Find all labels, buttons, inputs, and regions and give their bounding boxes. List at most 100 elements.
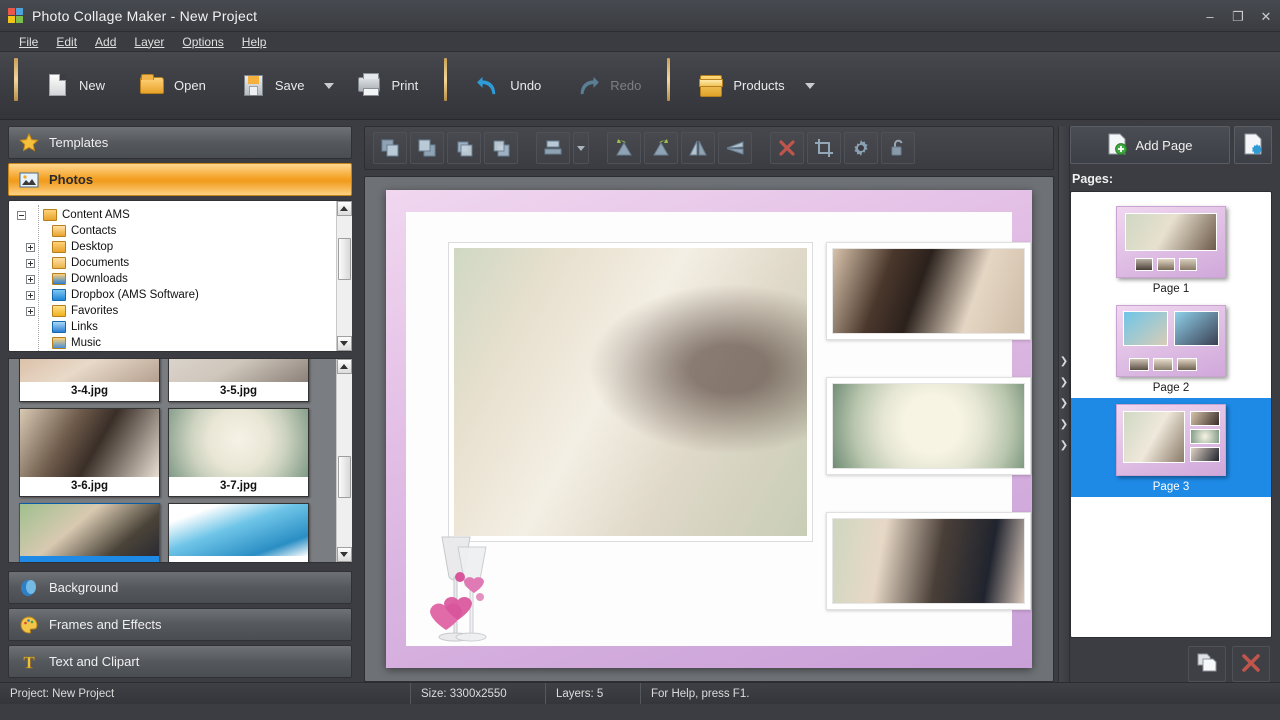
tree-expander-plus-icon[interactable] <box>26 242 35 252</box>
list-item[interactable]: 3-4.jpg <box>19 359 160 402</box>
menu-edit[interactable]: Edit <box>47 33 86 51</box>
menu-file[interactable]: File <box>10 33 47 51</box>
redo-button[interactable]: Redo <box>557 52 657 119</box>
menu-help[interactable]: Help <box>233 33 276 51</box>
undo-button[interactable]: Undo <box>457 52 557 119</box>
canvas-photo-side-2[interactable] <box>826 377 1031 475</box>
canvas-photo-main[interactable] <box>448 242 813 542</box>
list-item[interactable]: Page 2 <box>1071 299 1271 398</box>
products-button-label: Products <box>733 78 785 93</box>
bring-forward-button[interactable] <box>447 132 481 164</box>
sidebar-item-photos[interactable]: Photos <box>8 163 352 196</box>
list-item[interactable]: 3-6.jpg <box>19 408 160 497</box>
crop-button[interactable] <box>807 132 841 164</box>
scroll-down-arrow-icon[interactable] <box>336 547 352 562</box>
scrollbar-thumb[interactable] <box>337 238 351 280</box>
thumbnail-scrollbar[interactable] <box>336 359 352 562</box>
collage-page-canvas[interactable] <box>386 190 1032 668</box>
tree-label: Dropbox (AMS Software) <box>71 289 199 301</box>
tree-item-content-ams[interactable]: Content AMS <box>9 207 336 223</box>
flip-vertical-button[interactable] <box>718 132 752 164</box>
minimize-button[interactable]: – <box>1196 0 1224 32</box>
send-to-back-button[interactable] <box>410 132 444 164</box>
align-dropdown-button[interactable] <box>573 132 589 164</box>
properties-button[interactable] <box>844 132 878 164</box>
scroll-down-arrow-icon[interactable] <box>336 336 352 351</box>
sidebar-photos-label: Photos <box>49 172 94 187</box>
duplicate-page-button[interactable] <box>1188 646 1226 682</box>
sidebar-background-label: Background <box>49 580 119 595</box>
folder-tree[interactable]: Content AMS Contacts Desktop Documents D… <box>8 200 352 352</box>
align-button[interactable] <box>536 132 570 164</box>
close-button[interactable]: ✕ <box>1252 0 1280 32</box>
panel-collapse-handle[interactable]: ❯ ❯ ❯ ❯ ❯ <box>1058 126 1070 682</box>
sidebar-item-background[interactable]: Background <box>8 571 352 604</box>
window-controls: – ❐ ✕ <box>1196 0 1280 31</box>
list-item[interactable]: Page 3 <box>1071 398 1271 497</box>
status-size: Size: 3300x2550 <box>410 683 545 704</box>
rotate-left-button[interactable] <box>607 132 641 164</box>
list-item[interactable] <box>19 503 160 562</box>
scrollbar-track[interactable] <box>336 216 352 336</box>
folder-tree-scrollbar[interactable] <box>336 201 352 351</box>
products-dropdown-button[interactable] <box>801 52 819 119</box>
tree-item-desktop[interactable]: Desktop <box>9 239 336 255</box>
menu-help-label: Help <box>241 34 267 49</box>
champagne-glasses-clipart[interactable] <box>408 525 518 660</box>
canvas-photo-side-1[interactable] <box>826 242 1031 340</box>
scroll-up-arrow-icon[interactable] <box>336 359 352 374</box>
scroll-up-arrow-icon[interactable] <box>336 201 352 216</box>
thumbnail-image <box>20 409 159 477</box>
new-button[interactable]: New <box>26 52 121 119</box>
save-button[interactable]: Save <box>222 52 321 119</box>
canvas-photo-side-3[interactable] <box>826 512 1031 610</box>
menu-layer[interactable]: Layer <box>125 33 173 51</box>
tree-expander-plus-icon[interactable] <box>26 306 35 316</box>
maximize-button[interactable]: ❐ <box>1224 0 1252 32</box>
sidebar-item-frames-and-effects[interactable]: Frames and Effects <box>8 608 352 641</box>
tree-label: Desktop <box>71 241 114 253</box>
tree-item-documents[interactable]: Documents <box>9 255 336 271</box>
list-item[interactable]: Page 1 <box>1071 200 1271 299</box>
pages-label: Pages: <box>1072 172 1113 186</box>
flip-horizontal-button[interactable] <box>681 132 715 164</box>
add-page-button[interactable]: Add Page <box>1070 126 1230 164</box>
tree-item-links[interactable]: Links <box>9 319 336 335</box>
tree-guide-line <box>38 205 39 351</box>
delete-object-button[interactable] <box>770 132 804 164</box>
tree-expander-plus-icon[interactable] <box>26 258 35 268</box>
menu-add[interactable]: Add <box>86 33 125 51</box>
menu-options[interactable]: Options <box>173 33 232 51</box>
photo-thumbnail-grid[interactable]: 3-4.jpg 3-5.jpg 3-6.jpg 3-7.jpg <box>8 358 352 563</box>
list-item[interactable]: 3-7.jpg <box>168 408 309 497</box>
tree-item-downloads[interactable]: Downloads <box>9 271 336 287</box>
products-button[interactable]: Products <box>680 52 800 119</box>
send-backward-button[interactable] <box>484 132 518 164</box>
list-item[interactable] <box>168 503 309 562</box>
tree-item-music[interactable]: Music <box>9 335 336 351</box>
background-icon <box>19 578 39 598</box>
tree-label: Favorites <box>71 305 119 317</box>
lock-button[interactable] <box>881 132 915 164</box>
print-button[interactable]: Print <box>338 52 434 119</box>
tree-expander-minus-icon[interactable] <box>17 210 26 220</box>
tree-item-favorites[interactable]: Favorites <box>9 303 336 319</box>
bring-to-front-button[interactable] <box>373 132 407 164</box>
tree-expander-plus-icon[interactable] <box>26 274 35 284</box>
canvas-viewport[interactable] <box>364 176 1054 682</box>
delete-page-button[interactable] <box>1232 646 1270 682</box>
scrollbar-thumb[interactable] <box>337 456 351 498</box>
pages-list[interactable]: Page 1 Page 2 Page 3 <box>1070 191 1272 638</box>
open-button[interactable]: Open <box>121 52 222 119</box>
tree-item-contacts[interactable]: Contacts <box>9 223 336 239</box>
list-item[interactable]: 3-5.jpg <box>168 359 309 402</box>
palette-icon <box>19 615 39 635</box>
page-settings-button[interactable] <box>1234 126 1272 164</box>
tree-expander-plus-icon[interactable] <box>26 290 35 300</box>
sidebar-item-text-and-clipart[interactable]: T Text and Clipart <box>8 645 352 678</box>
scrollbar-track[interactable] <box>336 374 352 547</box>
save-dropdown-button[interactable] <box>320 52 338 119</box>
sidebar-item-templates[interactable]: Templates <box>8 126 352 159</box>
tree-item-dropbox[interactable]: Dropbox (AMS Software) <box>9 287 336 303</box>
rotate-right-button[interactable] <box>644 132 678 164</box>
